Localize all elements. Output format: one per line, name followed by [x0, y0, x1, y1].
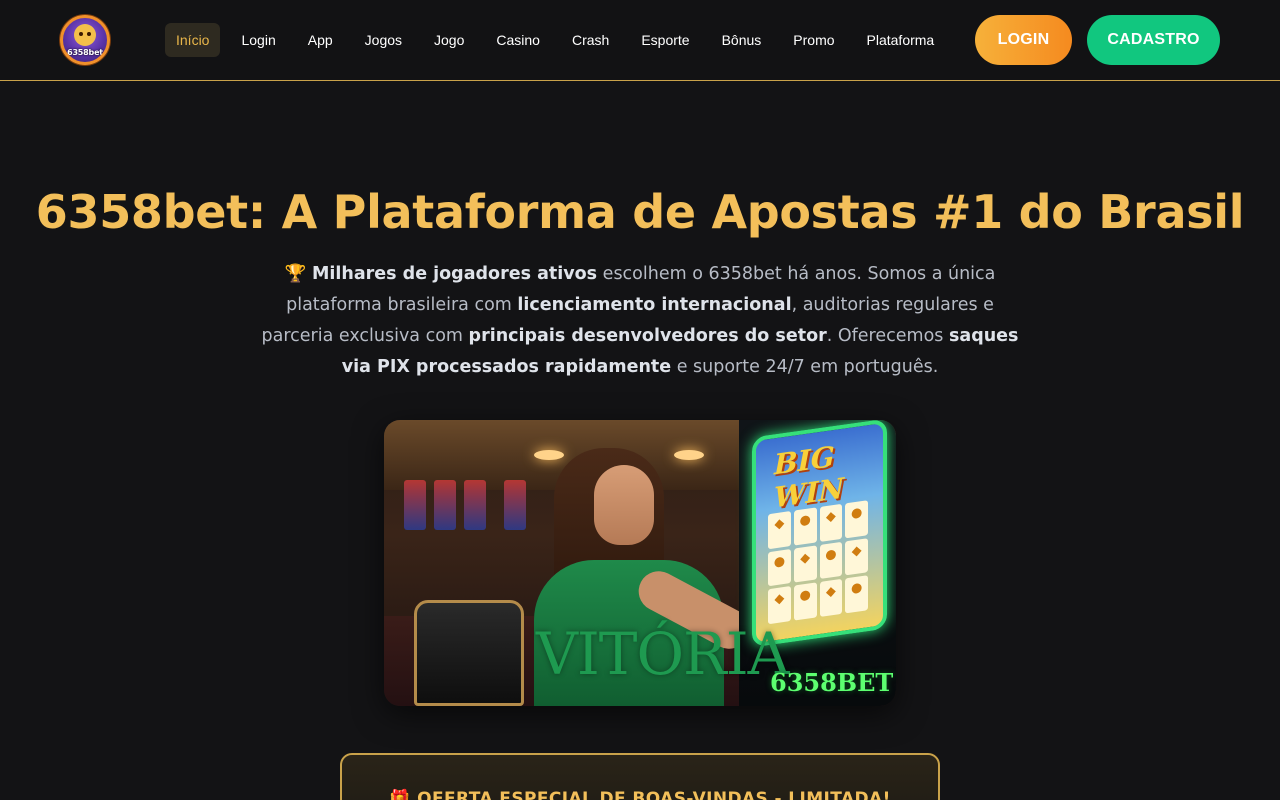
hero-highlight-developers: principais desenvolvedores do setor [468, 326, 827, 346]
background-slot [404, 480, 426, 530]
nav-item-casino[interactable]: Casino [485, 23, 551, 57]
nav-item-app[interactable]: App [297, 23, 344, 57]
reel-symbol: ◆ [819, 579, 843, 617]
slot-machine-screen: BIG WIN ◆ ● ◆ ● ● ◆ ● ◆ ◆ ● ◆ ● [752, 420, 887, 648]
logo-text: 6358bet [67, 48, 103, 57]
reel-symbol: ● [845, 575, 868, 614]
hero-description: 🏆 Milhares de jogadores ativos escolhem … [255, 259, 1025, 383]
reel-symbol: ◆ [768, 511, 791, 549]
background-slot [504, 480, 526, 530]
trophy-icon: 🏆 [284, 264, 307, 284]
offer-title-text: OFERTA ESPECIAL DE BOAS-VINDAS - LIMITAD… [417, 789, 891, 800]
ceiling-light [534, 450, 564, 460]
gift-icon: 🎁 [389, 789, 411, 800]
woman-face [594, 465, 654, 545]
nav-item-esporte[interactable]: Esporte [630, 23, 700, 57]
register-button[interactable]: CADASTRO [1087, 15, 1220, 65]
nav-item-crash[interactable]: Crash [561, 23, 620, 57]
nav-item-inicio[interactable]: Início [165, 23, 221, 57]
nav-item-jogo[interactable]: Jogo [423, 23, 475, 57]
hero-casino-image: BIG WIN ◆ ● ◆ ● ● ◆ ● ◆ ◆ ● ◆ ● VITÓRIA … [384, 420, 896, 706]
reel-symbol: ● [793, 582, 817, 621]
login-button[interactable]: LOGIN [975, 15, 1072, 65]
site-logo[interactable]: 6358bet [60, 15, 110, 65]
offer-title: 🎁 OFERTA ESPECIAL DE BOAS-VINDAS - LIMIT… [342, 789, 938, 800]
reel-symbol: ● [819, 541, 843, 580]
image-brand-watermark: 6358BET [770, 668, 894, 697]
nav-item-promo[interactable]: Promo [782, 23, 845, 57]
main-nav: Início Login App Jogos Jogo Casino Crash… [165, 23, 955, 57]
welcome-offer-box: 🎁 OFERTA ESPECIAL DE BOAS-VINDAS - LIMIT… [340, 753, 940, 800]
nav-item-jogos[interactable]: Jogos [354, 23, 413, 57]
reel-symbol: ● [793, 507, 817, 546]
nav-item-plataforma[interactable]: Plataforma [856, 23, 946, 57]
background-slot [434, 480, 456, 530]
hero-highlight-license: licenciamento internacional [517, 295, 792, 315]
nav-item-login[interactable]: Login [230, 23, 286, 57]
reel-symbol: ● [768, 548, 791, 587]
ceiling-light [674, 450, 704, 460]
hero-highlight-players: Milhares de jogadores ativos [311, 264, 598, 284]
hero-text-part: . Oferecemos [826, 326, 949, 346]
reel-symbol: ◆ [793, 545, 817, 583]
reel-symbol: ● [845, 500, 868, 539]
slot-reels: ◆ ● ◆ ● ● ◆ ● ◆ ◆ ● ◆ ● [768, 500, 868, 625]
mascot-icon [74, 24, 96, 46]
site-header: 6358bet Início Login App Jogos Jogo Casi… [0, 0, 1280, 81]
image-caption-vitoria: VITÓRIA [536, 620, 789, 688]
reel-symbol: ◆ [845, 537, 868, 576]
reel-symbol: ◆ [819, 503, 843, 542]
hero-text-part: e suporte 24/7 em português. [671, 357, 939, 377]
casino-chair [414, 600, 524, 706]
reel-symbol: ◆ [768, 586, 791, 625]
nav-item-bonus[interactable]: Bônus [711, 23, 773, 57]
background-slot [464, 480, 486, 530]
page-title: 6358bet: A Plataforma de Apostas #1 do B… [35, 185, 1245, 239]
